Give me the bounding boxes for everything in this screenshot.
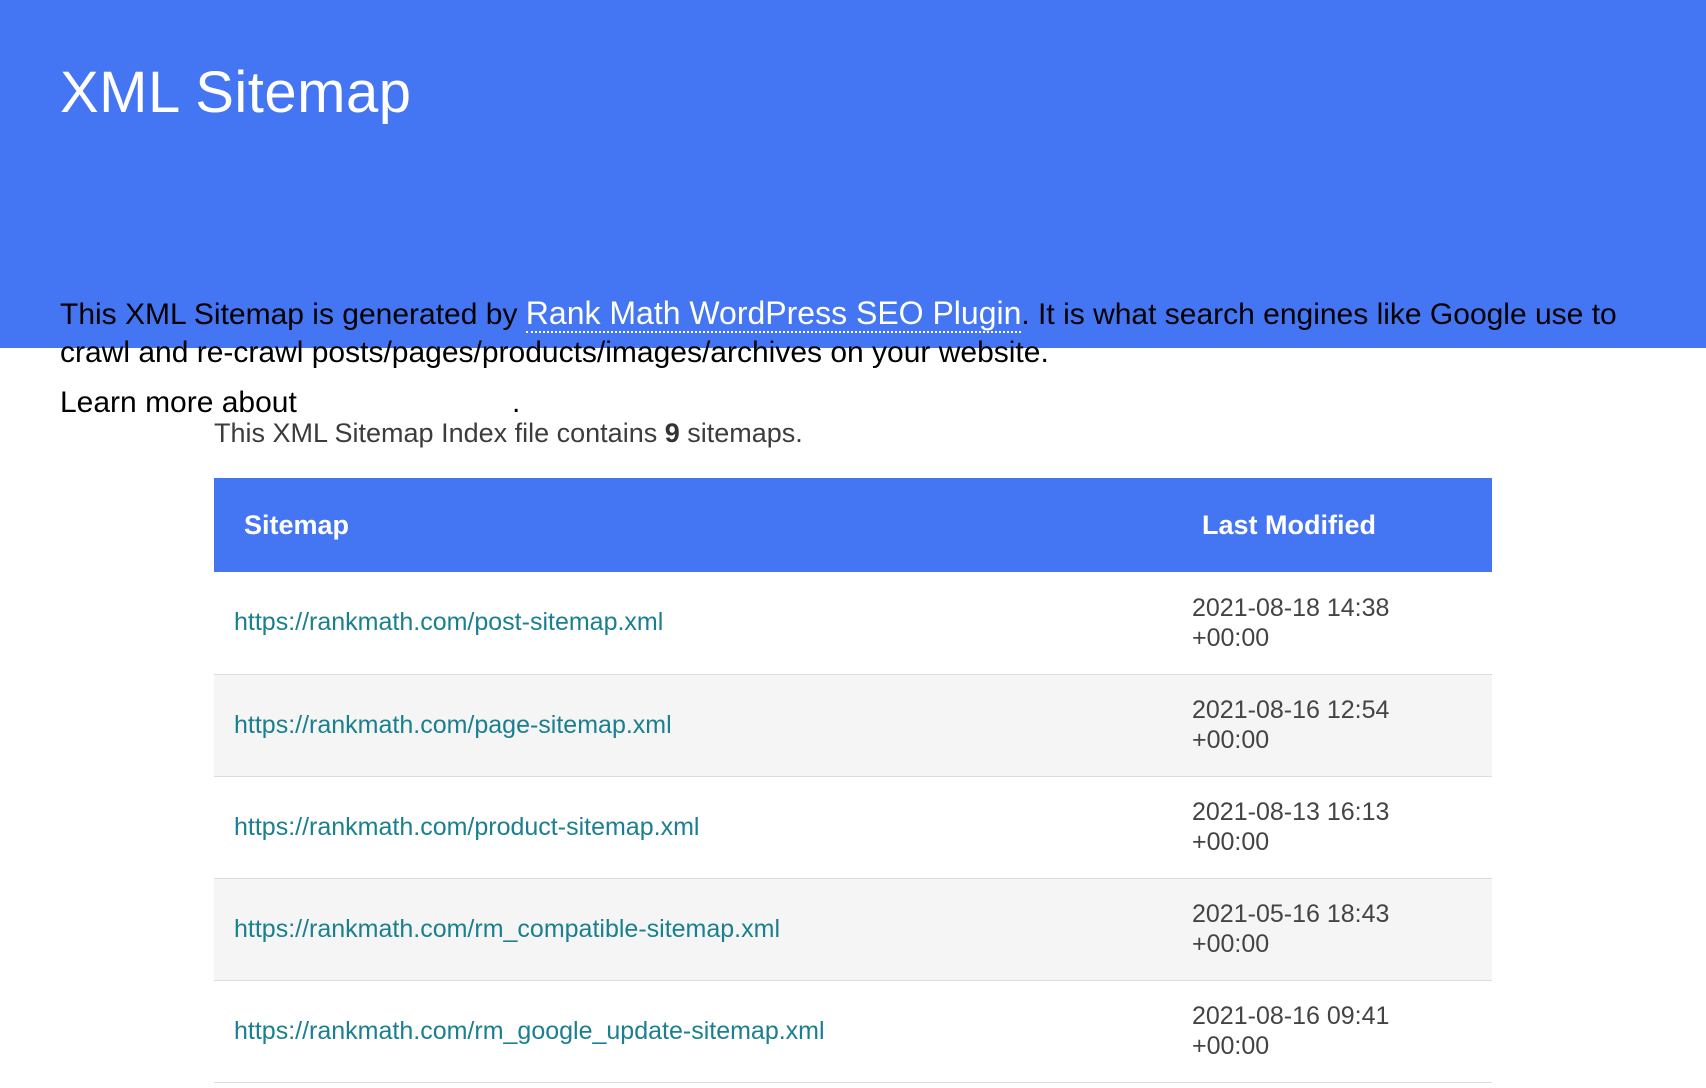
- table-header-row: Sitemap Last Modified: [214, 478, 1492, 572]
- table-row: https://rankmath.com/rm_google_update-si…: [214, 980, 1492, 1082]
- last-modified-timezone: +00:00: [1192, 930, 1270, 958]
- header-description: This XML Sitemap is generated by Rank Ma…: [60, 294, 1660, 422]
- table-row: https://rankmath.com/product-sitemap.xml…: [214, 776, 1492, 878]
- sitemap-link[interactable]: https://rankmath.com/post-sitemap.xml: [234, 608, 663, 636]
- intro-prefix: This XML Sitemap Index file contains: [214, 418, 665, 448]
- sitemap-cell: https://rankmath.com/rm_google_update-si…: [214, 980, 1192, 1082]
- last-modified-timezone: +00:00: [1192, 828, 1270, 856]
- sitemap-cell: https://rankmath.com/product-sitemap.xml: [214, 776, 1192, 878]
- last-modified-date: 2021-05-16 18:43: [1192, 900, 1390, 928]
- last-modified-date: 2021-08-18 14:38: [1192, 593, 1390, 622]
- last-modified-timezone: +00:00: [1192, 1032, 1270, 1060]
- sitemap-count: 9: [664, 418, 680, 448]
- last-modified-cell: 2021-08-18 14:38 +00:00: [1192, 572, 1492, 674]
- rank-math-plugin-link[interactable]: Rank Math WordPress SEO Plugin: [525, 295, 1022, 333]
- column-header-sitemap: Sitemap: [244, 509, 350, 540]
- learn-more-prefix: Learn more about: [60, 386, 306, 419]
- sitemap-cell: https://rankmath.com/rm_compatible-sitem…: [214, 878, 1192, 980]
- table-row: https://rankmath.com/page-sitemap.xml 20…: [214, 674, 1492, 776]
- last-modified-cell: 2021-08-16 09:41 +00:00: [1192, 980, 1492, 1082]
- description-prefix: This XML Sitemap is generated by: [60, 298, 526, 331]
- table-row: https://rankmath.com/rm_compatible-sitem…: [214, 878, 1492, 980]
- description-text: This XML Sitemap is generated by Rank Ma…: [60, 294, 1660, 372]
- sitemap-link[interactable]: https://rankmath.com/product-sitemap.xml: [234, 813, 699, 841]
- last-modified-cell: 2021-08-13 16:13 +00:00: [1192, 776, 1492, 878]
- sitemap-cell: https://rankmath.com/page-sitemap.xml: [214, 674, 1192, 776]
- learn-more-suffix: .: [512, 386, 521, 419]
- last-modified-date: 2021-08-16 09:41: [1192, 1002, 1390, 1030]
- intro-suffix: sitemaps.: [679, 418, 803, 448]
- last-modified-date: 2021-08-13 16:13: [1192, 798, 1390, 826]
- sitemap-link[interactable]: https://rankmath.com/rm_compatible-sitem…: [234, 915, 780, 943]
- last-modified-date: 2021-08-16 12:54: [1192, 696, 1390, 724]
- sitemap-link[interactable]: https://rankmath.com/page-sitemap.xml: [234, 711, 672, 739]
- page-title: XML Sitemap: [60, 60, 412, 125]
- column-header-last-modified: Last Modified: [1202, 509, 1376, 540]
- last-modified-cell: 2021-08-16 12:54 +00:00: [1192, 674, 1492, 776]
- last-modified-cell: 2021-05-16 18:43 +00:00: [1192, 878, 1492, 980]
- sitemap-table: Sitemap Last Modified https://rankmath.c…: [214, 478, 1492, 1083]
- table-row: https://rankmath.com/post-sitemap.xml 20…: [214, 572, 1492, 674]
- sitemap-cell: https://rankmath.com/post-sitemap.xml: [214, 572, 1192, 674]
- sitemap-count-intro: This XML Sitemap Index file contains 9 s…: [214, 416, 803, 450]
- sitemap-link[interactable]: https://rankmath.com/rm_google_update-si…: [234, 1017, 825, 1045]
- last-modified-timezone: +00:00: [1192, 726, 1270, 754]
- last-modified-timezone: +00:00: [1192, 623, 1270, 652]
